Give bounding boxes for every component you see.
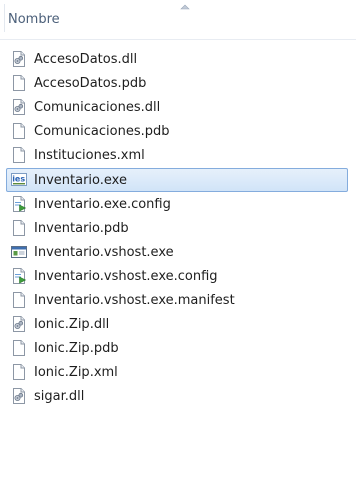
blank-file-icon xyxy=(11,75,27,92)
file-name: Ionic.Zip.xml xyxy=(34,365,118,381)
blank-file-icon xyxy=(11,147,27,164)
file-row[interactable]: Ionic.Zip.pdb xyxy=(6,336,348,360)
sort-ascending-icon xyxy=(180,4,190,10)
file-row[interactable]: Inventario.pdb xyxy=(6,216,348,240)
svg-text:ies: ies xyxy=(12,174,25,183)
blank-file-icon xyxy=(11,340,27,357)
file-name: Inventario.vshost.exe.manifest xyxy=(34,293,235,308)
file-name: Inventario.exe.config xyxy=(34,196,171,212)
dll-icon xyxy=(11,51,27,67)
file-row[interactable]: AccesoDatos.pdb xyxy=(6,71,348,95)
file-row[interactable]: sigar.dll xyxy=(6,384,348,408)
file-name: Inventario.vshost.exe.config xyxy=(34,268,218,284)
file-row[interactable]: AccesoDatos.dll xyxy=(6,47,348,71)
file-name: AccesoDatos.pdb xyxy=(34,76,147,92)
dll-icon xyxy=(11,316,27,333)
column-header-bar: Nombre xyxy=(0,0,356,40)
dll-icon xyxy=(11,99,27,116)
file-name: Instituciones.xml xyxy=(34,148,145,164)
blank-file-icon xyxy=(11,292,27,308)
file-name: Inventario.vshost.exe xyxy=(34,244,174,260)
file-name: AccesoDatos.dll xyxy=(34,52,138,67)
window-exe-icon xyxy=(11,244,27,260)
file-name: Comunicaciones.dll xyxy=(34,100,161,116)
blank-file-icon xyxy=(11,364,27,381)
column-separator[interactable] xyxy=(4,4,5,32)
file-row[interactable]: Ionic.Zip.dll xyxy=(6,312,348,336)
file-row[interactable]: Comunicaciones.pdb xyxy=(6,119,348,143)
file-name: Ionic.Zip.pdb xyxy=(34,341,119,357)
file-name: Comunicaciones.pdb xyxy=(34,124,170,140)
blank-file-icon xyxy=(11,219,27,236)
blank-file-icon xyxy=(11,123,27,140)
file-row[interactable]: Instituciones.xml xyxy=(6,143,348,167)
file-row[interactable]: Inventario.vshost.exe.manifest xyxy=(6,288,348,312)
config-file-icon xyxy=(11,195,27,212)
dll-icon xyxy=(11,388,27,405)
file-row[interactable]: Ionic.Zip.xml xyxy=(6,360,348,384)
config-file-icon xyxy=(11,267,27,284)
file-name: Inventario.exe xyxy=(34,172,127,188)
file-row[interactable]: Inventario.vshost.exe.config xyxy=(6,264,348,288)
file-name: Inventario.pdb xyxy=(34,220,129,236)
header-divider xyxy=(0,39,356,40)
file-row[interactable]: Inventario.vshost.exe xyxy=(6,240,348,264)
column-header-nombre[interactable]: Nombre xyxy=(8,12,60,27)
file-name: sigar.dll xyxy=(34,389,85,405)
file-row[interactable]: ies Inventario.exe xyxy=(6,167,348,192)
file-name: Ionic.Zip.dll xyxy=(34,317,110,333)
app-exe-icon: ies xyxy=(11,172,27,188)
file-row[interactable]: Comunicaciones.dll xyxy=(6,95,348,119)
file-row[interactable]: Inventario.exe.config xyxy=(6,192,348,216)
